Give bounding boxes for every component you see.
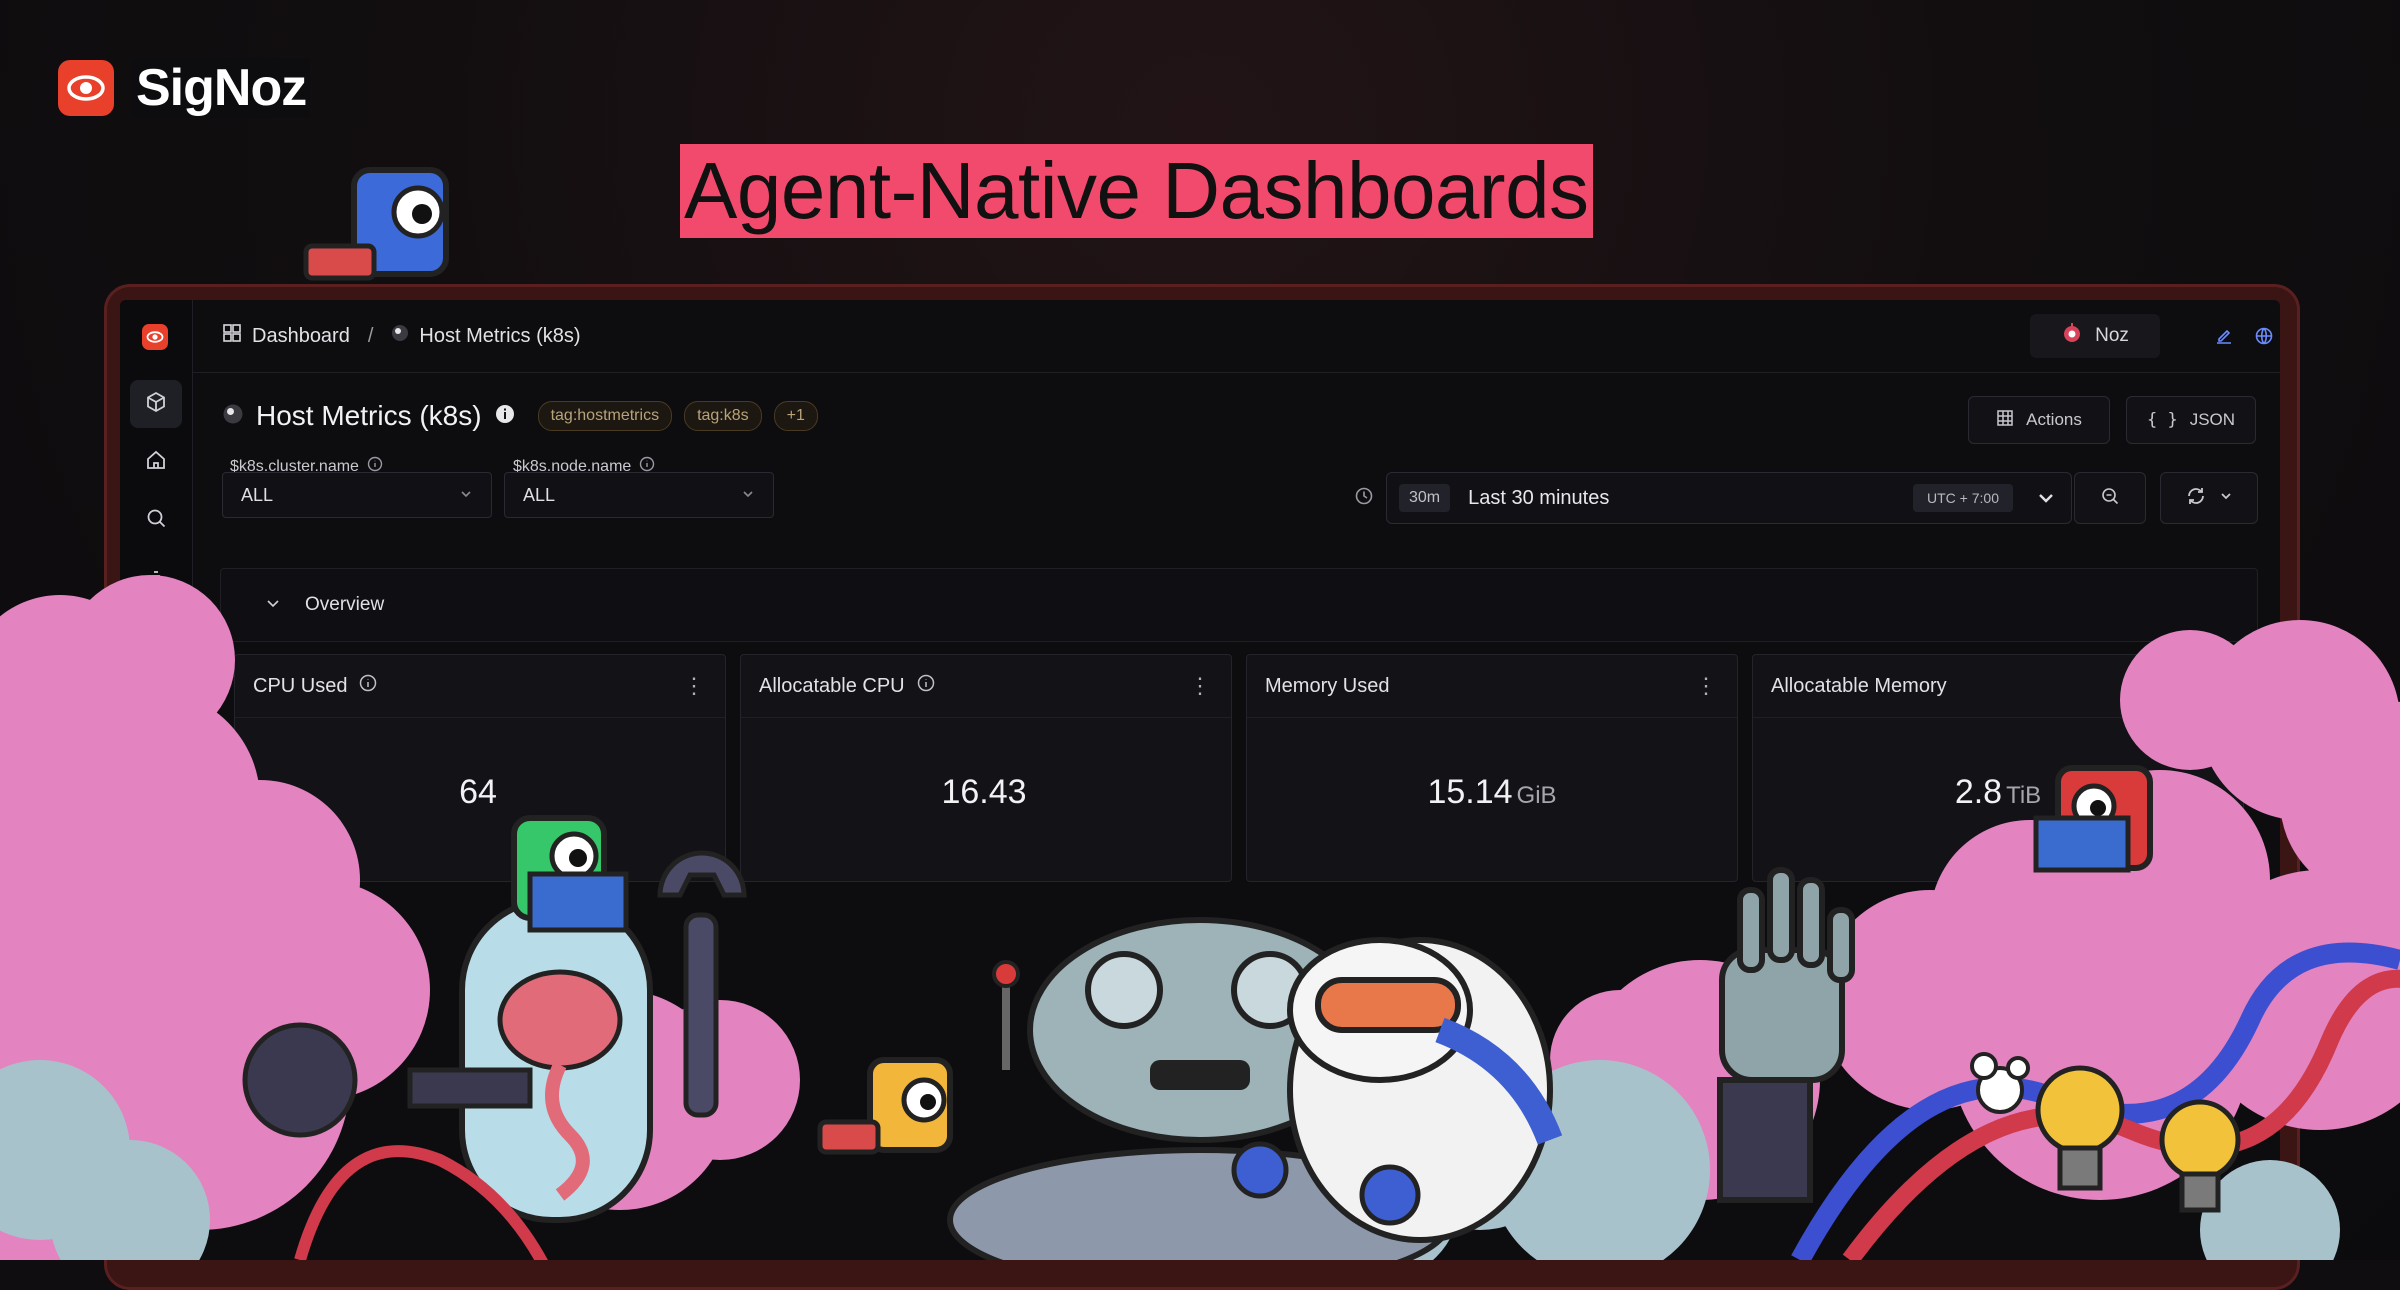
- refresh-button[interactable]: [2160, 472, 2258, 524]
- table-icon: [1996, 409, 2014, 432]
- top-bar: Dashboard / Host Metrics (k8s) Noz: [192, 300, 2280, 373]
- chevron-down-icon: [265, 595, 281, 616]
- signoz-logo-icon[interactable]: [142, 324, 168, 350]
- edit-icon[interactable]: [2212, 324, 2236, 348]
- noz-assistant-button[interactable]: Noz: [2030, 314, 2160, 358]
- tag-chip[interactable]: tag:k8s: [684, 401, 762, 431]
- actions-label: Actions: [2026, 410, 2082, 429]
- hero-title-highlight: Agent-Native Dashboards: [680, 144, 1593, 238]
- time-range-picker[interactable]: 30m Last 30 minutes UTC + 7:00: [1386, 472, 2072, 524]
- eye-icon: [58, 60, 114, 116]
- home-icon: [144, 448, 168, 477]
- hero-title: Agent-Native Dashboards: [684, 146, 1589, 235]
- panel-allocatable-memory[interactable]: Allocatable Memory 2.8 TiB: [1752, 654, 2244, 882]
- panel-value: 64: [235, 773, 725, 812]
- panel-header: CPU Used: [235, 655, 725, 718]
- time-range-label: Last 30 minutes: [1468, 486, 1610, 509]
- panel-title: CPU Used: [253, 674, 348, 697]
- noz-label: Noz: [2095, 325, 2129, 346]
- panel-title: Allocatable CPU: [759, 674, 905, 697]
- value-number: 15.14: [1427, 773, 1513, 811]
- overview-section[interactable]: Overview: [220, 568, 2258, 642]
- package-icon: [144, 390, 168, 419]
- panel-memory-used[interactable]: Memory Used ⋮ 15.14 GiB: [1246, 654, 1738, 882]
- dashboard-title: Host Metrics (k8s): [256, 400, 482, 431]
- actions-button[interactable]: Actions: [1968, 396, 2110, 444]
- zoom-out-button[interactable]: [2074, 472, 2146, 524]
- node-select-value: ALL: [523, 484, 556, 505]
- dashboard-grid-icon: [222, 323, 242, 349]
- tag-more-chip[interactable]: +1: [773, 401, 818, 431]
- breadcrumb-dashboard-link[interactable]: Dashboard: [252, 325, 350, 348]
- brand-logo: SigNoz: [58, 58, 311, 118]
- braces-icon: { }: [2146, 410, 2178, 430]
- timezone-badge[interactable]: UTC + 7:00: [1913, 484, 2013, 512]
- panel-value: 2.8 TiB: [1753, 773, 2243, 812]
- sidebar-item-dashboards[interactable]: [130, 612, 182, 660]
- panel-value: 16.43: [741, 773, 1231, 812]
- value-number: 64: [459, 773, 497, 811]
- sidebar: [120, 300, 193, 1260]
- info-circle-icon: [917, 674, 935, 698]
- dashboard-ball-icon: [222, 403, 244, 430]
- panel-header: Allocatable CPU: [741, 655, 1231, 718]
- kebab-menu-icon[interactable]: ⋮: [1695, 675, 1717, 697]
- panel-header: Memory Used: [1247, 655, 1737, 718]
- json-button[interactable]: { } JSON: [2126, 396, 2256, 444]
- info-icon[interactable]: [494, 403, 516, 430]
- json-label: JSON: [2189, 410, 2236, 429]
- panel-title: Allocatable Memory: [1771, 674, 1947, 697]
- breadcrumb: Dashboard / Host Metrics (k8s): [222, 323, 581, 349]
- info-circle-icon: [359, 674, 377, 698]
- panel-title: Memory Used: [1265, 674, 1390, 697]
- kebab-menu-icon[interactable]: ⋮: [1189, 675, 1211, 697]
- time-range-chip: 30m: [1399, 484, 1451, 512]
- panel-header: Allocatable Memory: [1753, 655, 2243, 718]
- app-window: Dashboard / Host Metrics (k8s) Noz Host …: [120, 300, 2280, 1260]
- value-unit: TiB: [2006, 782, 2042, 809]
- sidebar-item-search[interactable]: [130, 496, 182, 544]
- cluster-select-value: ALL: [241, 484, 274, 505]
- noz-robot-icon: [2061, 322, 2083, 350]
- chevron-down-icon: [741, 485, 755, 506]
- panel-cpu-used[interactable]: CPU Used ⋮ 64: [234, 654, 726, 882]
- grid-icon: [144, 622, 168, 651]
- stack-icon: [144, 564, 168, 593]
- value-number: 2.8: [1954, 773, 2003, 811]
- value-unit: GiB: [1516, 782, 1557, 809]
- zoom-out-icon: [2100, 486, 2120, 511]
- sidebar-item-home[interactable]: [130, 438, 182, 486]
- breadcrumb-separator: /: [367, 324, 374, 347]
- refresh-icon: [2185, 485, 2207, 512]
- clock-icon: [1354, 486, 1374, 511]
- kebab-menu-icon[interactable]: ⋮: [683, 675, 705, 697]
- chevron-down-icon[interactable]: [2035, 487, 2057, 514]
- node-select[interactable]: ALL: [504, 472, 774, 518]
- section-label: Overview: [305, 594, 385, 615]
- brand-name: SigNoz: [132, 58, 311, 118]
- sidebar-item-services[interactable]: [130, 554, 182, 602]
- search-icon: [144, 506, 168, 535]
- cluster-select[interactable]: ALL: [222, 472, 492, 518]
- globe-icon[interactable]: [2252, 324, 2276, 348]
- dashboard-title-row: Host Metrics (k8s) tag:hostmetrics tag:k…: [222, 400, 818, 432]
- value-number: 16.43: [941, 773, 1027, 811]
- chevron-down-icon: [459, 485, 473, 506]
- sidebar-item-packages[interactable]: [130, 380, 182, 428]
- panel-value: 15.14 GiB: [1247, 773, 1737, 812]
- chevron-down-icon: [2219, 488, 2233, 508]
- ball-icon: [391, 324, 409, 348]
- tag-chip[interactable]: tag:hostmetrics: [537, 401, 673, 431]
- panel-allocatable-cpu[interactable]: Allocatable CPU ⋮ 16.43: [740, 654, 1232, 882]
- breadcrumb-current: Host Metrics (k8s): [419, 324, 581, 347]
